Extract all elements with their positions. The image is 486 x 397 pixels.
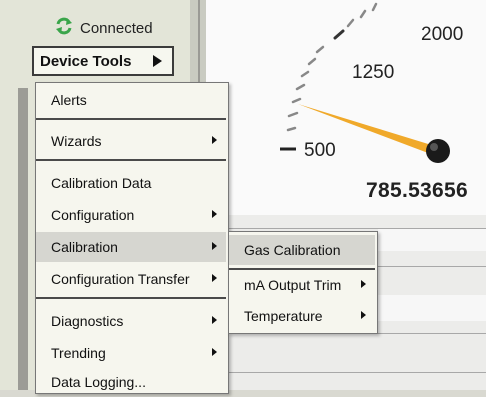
gauge-minor-tick — [315, 45, 325, 54]
menu-separator — [36, 297, 226, 299]
menu-item-label: Data Logging... — [51, 374, 146, 390]
gauge-major-tick — [333, 29, 345, 40]
submenu-item-ma-output-trim[interactable]: mA Output Trim — [229, 270, 375, 300]
menu-item-alerts[interactable]: Alerts — [36, 85, 226, 115]
gauge-panel: 2000 1250 500 785.53656 — [206, 0, 486, 215]
menu-item-label: Gas Calibration — [244, 242, 341, 258]
submenu-arrow-icon — [212, 274, 217, 282]
submenu-arrow-icon — [212, 242, 217, 250]
gauge-minor-tick — [346, 18, 355, 28]
menu-item-label: Wizards — [51, 133, 102, 149]
menu-separator — [36, 118, 226, 120]
gauge-minor-tick — [307, 57, 317, 66]
menu-item-trending[interactable]: Trending — [36, 338, 226, 368]
gauge-hub — [426, 139, 450, 163]
menu-item-label: Alerts — [51, 92, 87, 108]
menu-item-label: mA Output Trim — [244, 277, 342, 293]
menu-item-label: Calibration Data — [51, 175, 152, 191]
triangle-right-icon — [153, 55, 162, 67]
submenu-arrow-icon — [212, 136, 217, 144]
menu-item-label: Configuration Transfer — [51, 271, 190, 287]
menu-item-label: Configuration — [51, 207, 135, 223]
menu-item-label: Diagnostics — [51, 313, 124, 329]
menu-item-configuration[interactable]: Configuration — [36, 200, 226, 230]
gauge-max-label: 2000 — [421, 24, 464, 45]
submenu-arrow-icon — [361, 280, 366, 288]
device-tools-menu: Alerts Wizards Calibration Data Configur… — [35, 82, 229, 394]
refresh-arrows-icon — [54, 16, 74, 40]
background-rule — [206, 372, 486, 373]
menu-item-label: Calibration — [51, 239, 118, 255]
submenu-item-temperature[interactable]: Temperature — [229, 301, 375, 331]
menu-item-wizards[interactable]: Wizards — [36, 126, 226, 156]
menu-item-label: Trending — [51, 345, 106, 361]
menu-separator — [36, 159, 226, 161]
submenu-arrow-icon — [212, 210, 217, 218]
panel-rail — [18, 88, 28, 390]
submenu-arrow-icon — [361, 311, 366, 319]
device-tools-label: Device Tools — [40, 52, 132, 70]
submenu-item-gas-calibration[interactable]: Gas Calibration — [229, 235, 375, 265]
device-tools-button[interactable]: Device Tools — [32, 46, 174, 76]
connection-status-label: Connected — [80, 19, 153, 37]
gauge-minor-tick — [291, 97, 302, 104]
menu-item-data-logging[interactable]: Data Logging... — [36, 367, 226, 397]
gauge-minor-tick — [371, 2, 378, 12]
menu-item-diagnostics[interactable]: Diagnostics — [36, 306, 226, 336]
gauge-minor-tick — [359, 9, 367, 19]
menu-item-calibration-data[interactable]: Calibration Data — [36, 168, 226, 198]
gauge-reading: 785.53656 — [366, 179, 468, 202]
gauge-minor-tick — [300, 70, 310, 78]
menu-item-configuration-transfer[interactable]: Configuration Transfer — [36, 264, 226, 294]
gauge-hub-highlight — [430, 143, 438, 151]
gauge-minor-tick — [295, 83, 306, 91]
background-field — [378, 229, 486, 251]
calibration-submenu: Gas Calibration mA Output Trim Temperatu… — [228, 231, 378, 334]
submenu-arrow-icon — [212, 348, 217, 356]
menu-item-label: Temperature — [244, 308, 323, 324]
menu-item-calibration[interactable]: Calibration — [36, 232, 226, 262]
gauge-mid-label: 1250 — [352, 62, 395, 83]
gauge-minor-tick — [286, 126, 297, 132]
gauge-minor-tick — [287, 111, 299, 118]
connection-status: Connected — [54, 16, 153, 40]
submenu-arrow-icon — [212, 316, 217, 324]
background-field — [378, 295, 486, 321]
gauge-min-label: 500 — [304, 140, 336, 161]
